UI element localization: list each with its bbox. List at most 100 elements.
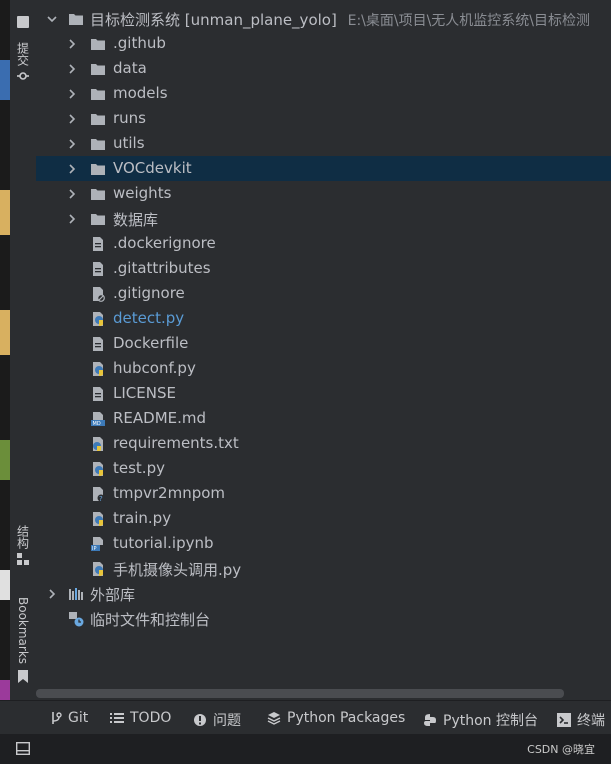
- terminal-icon: [557, 713, 571, 727]
- folder-icon: [91, 214, 105, 225]
- python-file-icon: [93, 362, 103, 376]
- tree-file-row[interactable]: .gitignore: [36, 281, 611, 306]
- bookmarks-tool-tab[interactable]: Bookmarks: [10, 597, 36, 684]
- chevron-right-icon[interactable]: [66, 88, 78, 100]
- tree-file-row[interactable]: LICENSE: [36, 381, 611, 406]
- tree-folder-row[interactable]: weights: [36, 181, 611, 206]
- tree-file-row[interactable]: hubconf.py: [36, 356, 611, 381]
- svg-text:MD: MD: [93, 421, 101, 427]
- ignore-file-icon: [93, 287, 105, 302]
- tree-file-row[interactable]: train.py: [36, 506, 611, 531]
- python-console-tab-label: Python 控制台: [443, 713, 538, 729]
- terminal-tab-label: 终端: [577, 713, 605, 729]
- chevron-right-icon[interactable]: [46, 588, 58, 600]
- status-bar: [0, 734, 611, 764]
- folder-icon: [91, 139, 105, 150]
- python-console-tab[interactable]: Python 控制台: [423, 710, 538, 730]
- text-file-icon: [93, 237, 103, 251]
- python-file-icon: [93, 512, 103, 526]
- project-tool-tab[interactable]: [10, 0, 36, 28]
- horizontal-scrollbar[interactable]: [36, 689, 564, 698]
- tree-file-row[interactable]: 手机摄像头调用.py: [36, 556, 611, 581]
- chevron-right-icon[interactable]: [66, 63, 78, 75]
- tree-item-label: data: [113, 59, 147, 77]
- markdown-file-icon: MD: [91, 412, 105, 427]
- tree-item-label: weights: [113, 184, 172, 202]
- python-file-icon: [93, 462, 103, 476]
- chevron-right-icon[interactable]: [66, 188, 78, 200]
- tree-item-label: requirements.txt: [113, 434, 239, 452]
- tree-folder-row[interactable]: models: [36, 81, 611, 106]
- tree-item-label: 数据库: [113, 211, 159, 229]
- project-root-path: E:\桌面\项目\无人机监控系统\目标检测: [347, 13, 591, 29]
- chevron-right-icon[interactable]: [66, 138, 78, 150]
- todo-tab[interactable]: TODO: [110, 710, 171, 726]
- tree-item-label: tutorial.ipynb: [113, 534, 214, 552]
- tree-file-row[interactable]: MD README.md: [36, 406, 611, 431]
- python-file-icon: [93, 312, 103, 326]
- tree-file-row[interactable]: Dockerfile: [36, 331, 611, 356]
- tree-item-label: VOCdevkit: [113, 159, 192, 177]
- tree-item-label: hubconf.py: [113, 359, 196, 377]
- unknown-file-icon: ?: [93, 487, 105, 502]
- tree-folder-row[interactable]: runs: [36, 106, 611, 131]
- bottom-tool-bar: Git TODO 问题 Python Packages Python 控制台 终…: [0, 700, 611, 735]
- commit-tool-label: 提交: [15, 42, 30, 66]
- tree-file-row[interactable]: requirements.txt: [36, 431, 611, 456]
- toggle-tool-windows-icon[interactable]: [16, 742, 30, 755]
- project-root-name: 目标检测系统 [unman_plane_yolo]: [90, 11, 337, 29]
- tree-item-label: train.py: [113, 509, 172, 527]
- tree-file-row[interactable]: IP tutorial.ipynb: [36, 531, 611, 556]
- chevron-right-icon[interactable]: [66, 163, 78, 175]
- todo-tab-label: TODO: [130, 710, 172, 726]
- chevron-down-icon[interactable]: [46, 13, 58, 25]
- tree-folder-row[interactable]: 数据库: [36, 206, 611, 231]
- tree-item-label: 手机摄像头调用.py: [113, 561, 242, 579]
- tree-item-label: tmpvr2mnpom: [113, 484, 226, 502]
- tree-item-label: runs: [113, 109, 146, 127]
- structure-tool-tab[interactable]: 结构: [10, 525, 36, 565]
- layers-icon: [267, 712, 281, 725]
- tree-folder-row[interactable]: data: [36, 56, 611, 81]
- tree-file-row[interactable]: ? tmpvr2mnpom: [36, 481, 611, 506]
- left-tool-strip: 提交 结构 Bookmarks: [10, 0, 37, 700]
- tree-file-row[interactable]: .gitattributes: [36, 256, 611, 281]
- chevron-right-icon[interactable]: [66, 113, 78, 125]
- tree-row-scratches[interactable]: 临时文件和控制台: [36, 606, 611, 631]
- tree-file-row[interactable]: .dockerignore: [36, 231, 611, 256]
- tree-file-row[interactable]: detect.py: [36, 306, 611, 331]
- tree-item-label: .gitignore: [113, 284, 185, 302]
- tree-folder-row[interactable]: utils: [36, 131, 611, 156]
- chevron-right-icon[interactable]: [66, 213, 78, 225]
- folder-icon: [69, 14, 83, 25]
- tree-item-label: detect.py: [113, 309, 185, 327]
- python-file-icon: [93, 562, 103, 576]
- tree-root-row[interactable]: 目标检测系统 [unman_plane_yolo] E:\桌面\项目\无人机监控…: [36, 6, 611, 31]
- problems-tab[interactable]: 问题: [193, 710, 241, 730]
- folder-icon: [91, 164, 105, 175]
- watermark: CSDN @晓宜: [527, 743, 595, 756]
- tree-folder-row[interactable]: .github: [36, 31, 611, 56]
- bookmarks-tool-label: Bookmarks: [16, 597, 30, 665]
- scratches-label: 临时文件和控制台: [90, 611, 211, 629]
- tree-folder-row[interactable]: VOCdevkit: [36, 156, 611, 181]
- project-tree-panel: 目标检测系统 [unman_plane_yolo] E:\桌面\项目\无人机监控…: [36, 0, 611, 700]
- tree-item-label: .gitattributes: [113, 259, 211, 277]
- terminal-tab[interactable]: 终端: [557, 710, 605, 730]
- python-packages-tab-label: Python Packages: [287, 710, 406, 726]
- commit-tool-tab[interactable]: 提交: [10, 42, 36, 82]
- library-icon: [69, 588, 83, 600]
- chevron-right-icon[interactable]: [66, 38, 78, 50]
- tree-item-label: LICENSE: [113, 384, 176, 402]
- text-file-icon: [93, 337, 103, 351]
- commit-icon: [17, 72, 29, 80]
- external-libraries-label: 外部库: [90, 586, 136, 604]
- tree-file-row[interactable]: test.py: [36, 456, 611, 481]
- desktop-edge: [0, 0, 10, 764]
- git-tab-label: Git: [68, 710, 89, 726]
- git-branch-icon: [52, 712, 62, 724]
- tree-row-external-libraries[interactable]: 外部库: [36, 581, 611, 606]
- tree-item-label: README.md: [113, 409, 207, 427]
- python-packages-tab[interactable]: Python Packages: [267, 710, 405, 726]
- git-tab[interactable]: Git: [50, 710, 88, 726]
